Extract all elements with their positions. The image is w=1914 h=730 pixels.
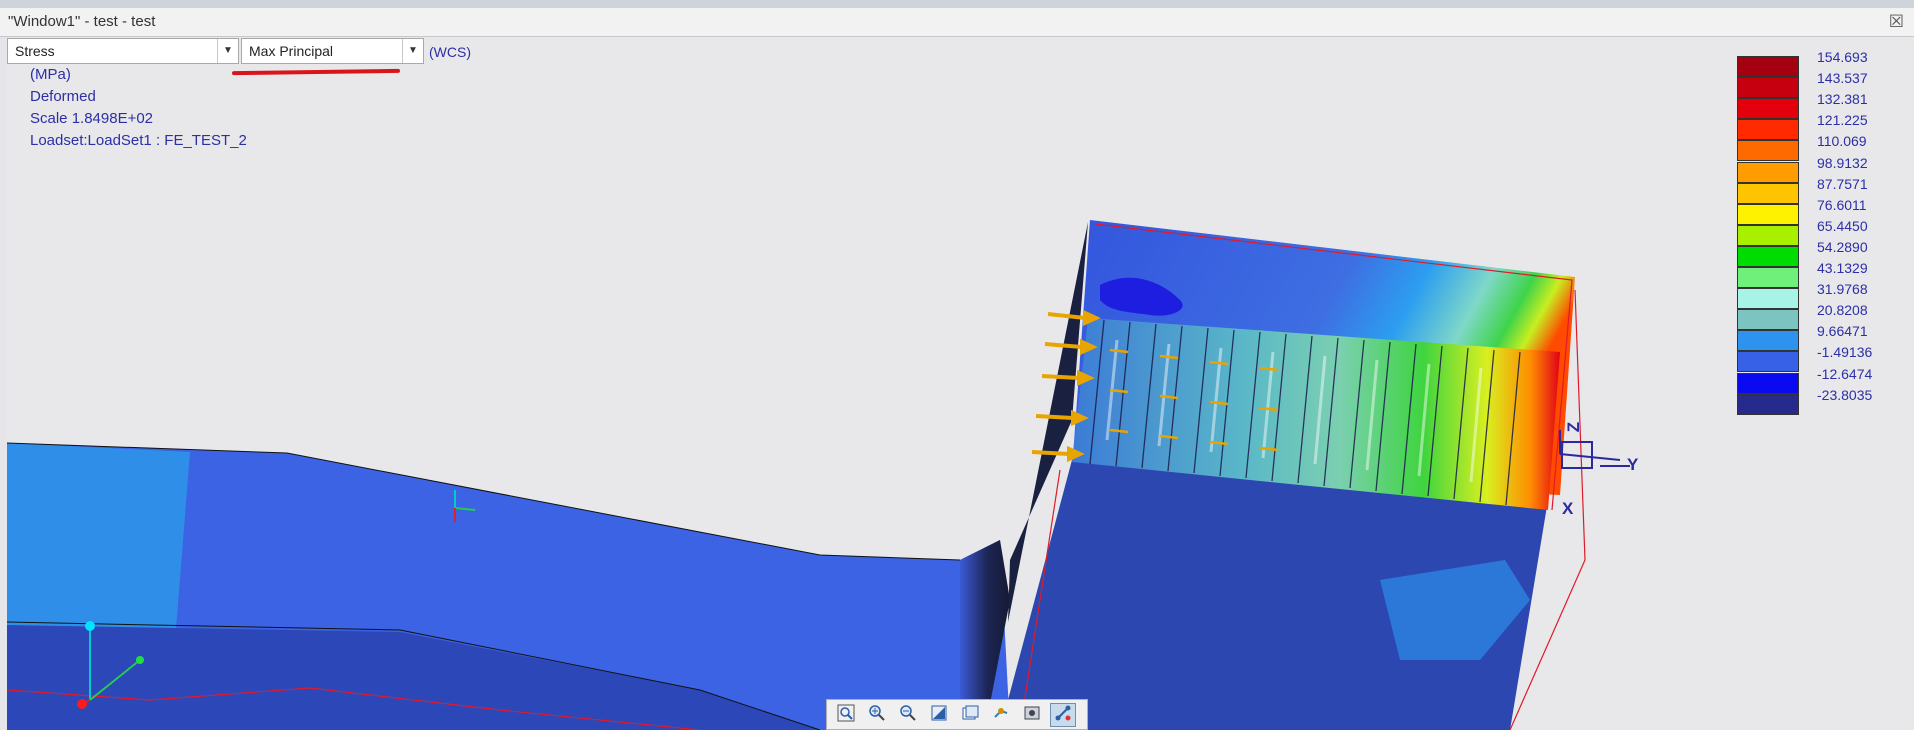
coord-system-label: (WCS) xyxy=(429,44,471,60)
zoom-in-button[interactable] xyxy=(864,703,890,727)
legend-swatch xyxy=(1737,203,1799,225)
window-title: "Window1" - test - test xyxy=(8,13,156,30)
refit-button[interactable] xyxy=(926,703,952,727)
legend-value: 132.381 xyxy=(1817,91,1868,108)
legend-value: 31.9768 xyxy=(1817,281,1868,298)
legend-value: 121.225 xyxy=(1817,112,1868,129)
legend-value: 20.8208 xyxy=(1817,302,1868,319)
close-icon[interactable]: ☒ xyxy=(1889,12,1904,32)
display-style-icon xyxy=(1023,704,1041,727)
datum-display-icon xyxy=(1054,704,1072,727)
display-mode-label: Deformed xyxy=(30,88,96,105)
display-style-button[interactable] xyxy=(1019,703,1045,727)
legend-swatch xyxy=(1737,182,1799,204)
legend-swatch xyxy=(1737,372,1799,394)
fem-model-render xyxy=(7,220,1630,730)
legend-swatch xyxy=(1737,330,1799,352)
legend-value: 154.693 xyxy=(1817,49,1868,65)
zoom-out-icon xyxy=(899,704,917,727)
spin-center-button[interactable] xyxy=(988,703,1014,727)
legend-swatch xyxy=(1737,77,1799,99)
legend-value: 76.6011 xyxy=(1817,196,1867,213)
legend-value: -23.8035 xyxy=(1817,386,1873,403)
legend-value: 65.4450 xyxy=(1817,217,1868,234)
datum-display-button[interactable] xyxy=(1050,703,1076,727)
legend-value: 110.069 xyxy=(1817,133,1867,150)
chevron-down-icon[interactable]: ▼ xyxy=(402,39,423,63)
legend-swatch xyxy=(1737,119,1799,141)
legend-swatch xyxy=(1737,224,1799,246)
view-orient-icon xyxy=(961,704,979,727)
view-toolbar xyxy=(826,699,1088,730)
chevron-down-icon[interactable]: ▼ xyxy=(217,39,238,63)
triad-x-label: X xyxy=(1562,499,1574,518)
legend-swatch xyxy=(1737,309,1799,331)
legend-swatch xyxy=(1737,393,1799,415)
zoom-out-button[interactable] xyxy=(895,703,921,727)
legend-value: 54.2890 xyxy=(1817,238,1868,255)
triad-z-label: Z xyxy=(1564,421,1584,433)
units-label: (MPa) xyxy=(30,66,71,83)
legend-swatch xyxy=(1737,267,1799,288)
spin-center-icon xyxy=(992,704,1010,727)
graphics-viewport[interactable]: Z Y X xyxy=(7,37,1914,730)
legend-value: 98.9132 xyxy=(1817,154,1868,171)
window-title-bar: "Window1" - test - test ☒ xyxy=(0,8,1914,37)
legend-swatch xyxy=(1737,245,1799,267)
loadset-label: Loadset:LoadSet1 : FE_TEST_2 xyxy=(30,132,247,149)
legend-swatch xyxy=(1737,140,1799,162)
legend-swatch xyxy=(1737,161,1799,183)
result-type-select[interactable]: Stress ▼ xyxy=(7,38,239,64)
zoom-fit-icon xyxy=(837,704,855,727)
triad-y-label: Y xyxy=(1627,455,1639,474)
legend-value: 9.66471 xyxy=(1817,323,1868,340)
legend-swatch xyxy=(1737,56,1799,77)
legend-value: -1.49136 xyxy=(1817,344,1873,361)
refit-icon xyxy=(930,704,948,727)
view-orient-button[interactable] xyxy=(957,703,983,727)
zoom-fit-button[interactable] xyxy=(833,703,859,727)
legend-value: 143.537 xyxy=(1817,70,1868,87)
legend-swatch xyxy=(1737,351,1799,373)
component-value: Max Principal xyxy=(249,43,334,59)
legend-value: -12.6474 xyxy=(1817,365,1873,382)
legend-swatch xyxy=(1737,98,1799,120)
zoom-in-icon xyxy=(868,704,886,727)
legend-value: 87.7571 xyxy=(1817,175,1868,192)
scale-label: Scale 1.8498E+02 xyxy=(30,110,154,127)
result-type-value: Stress xyxy=(15,43,55,59)
component-select[interactable]: Max Principal ▼ xyxy=(241,38,424,64)
legend-swatch xyxy=(1737,288,1799,310)
legend-value: 43.1329 xyxy=(1817,260,1868,276)
